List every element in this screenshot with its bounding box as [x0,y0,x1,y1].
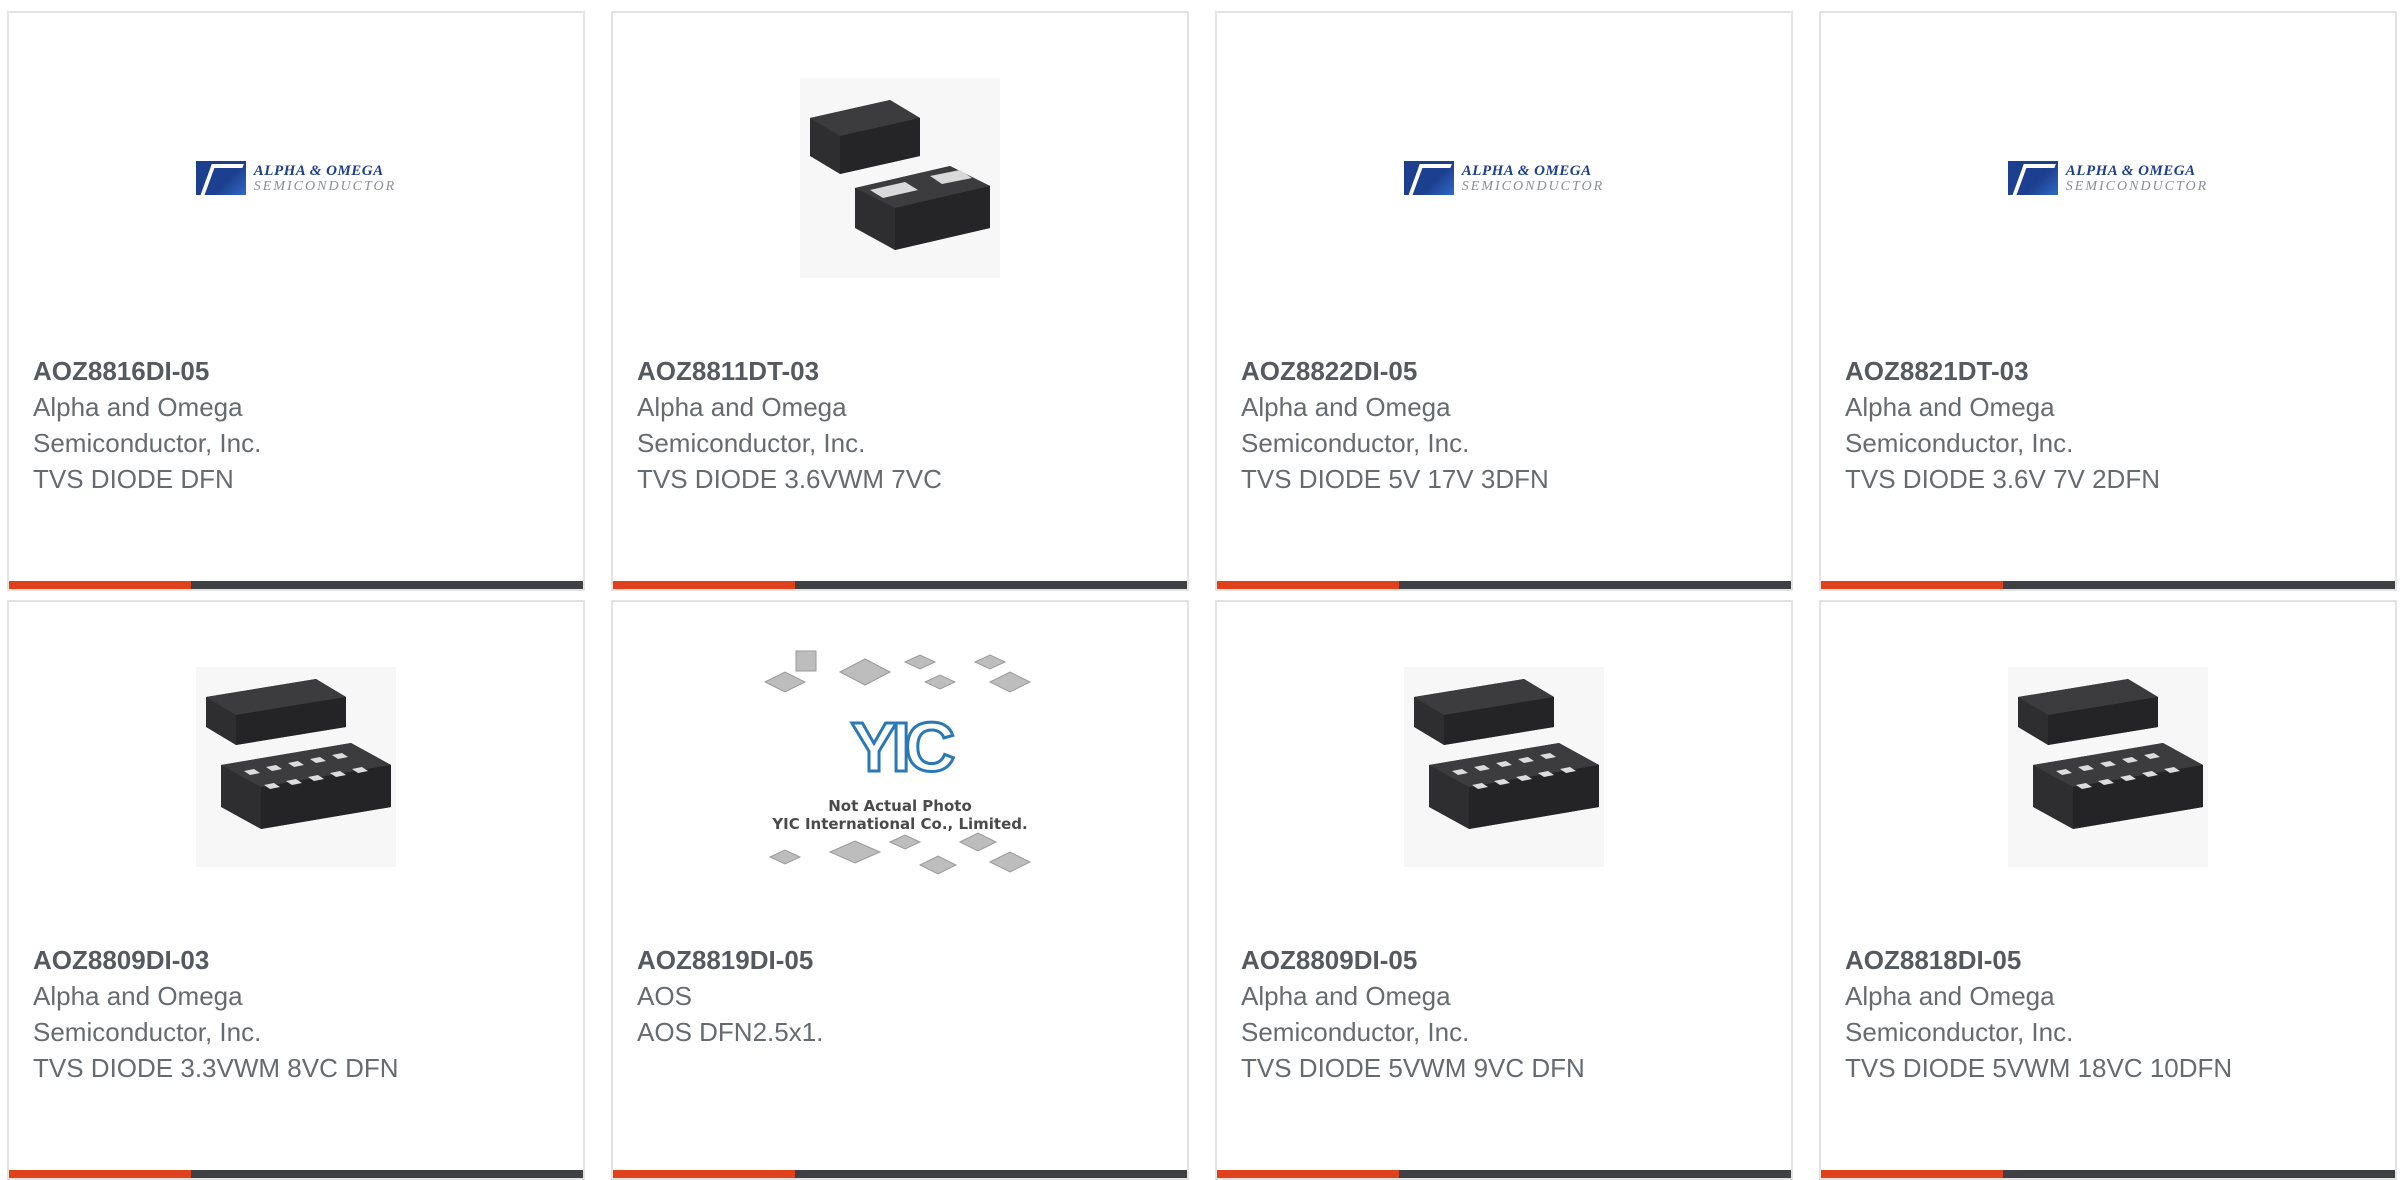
description: TVS DIODE 3.6VWM 7VC [637,464,942,494]
manufacturer: Alpha and Omega Semiconductor, Inc. [33,981,262,1047]
card-accent [613,1170,795,1178]
card-accent [1821,581,2003,589]
not-actual-photo-placeholder: YIC Not Actual Photo YIC International C… [760,647,1040,887]
aos-logo-mark [2007,161,2058,195]
part-number[interactable]: AOZ8811DT-03 [637,353,1163,389]
product-image[interactable] [9,602,583,932]
placeholder-company: YIC International Co., Limited. [772,815,1028,833]
aos-logo: ALPHA & OMEGA SEMICONDUCTOR [1403,161,1605,195]
aos-logo-mark [1403,161,1454,195]
aos-logo-mark [195,161,246,195]
description: TVS DIODE 3.3VWM 8VC DFN [33,1053,399,1083]
description: TVS DIODE 5VWM 9VC DFN [1241,1053,1585,1083]
product-card[interactable]: AOZ8809DI-03 Alpha and Omega Semiconduct… [7,600,585,1180]
yic-logo: YIC [849,707,957,788]
dfn10-package-image [196,667,396,867]
card-bottom-bar [1217,1170,1791,1178]
card-bottom-bar [1821,1170,2395,1178]
card-bottom-bar [1821,581,2395,589]
product-image[interactable] [1217,602,1791,932]
part-number[interactable]: AOZ8809DI-03 [33,942,559,978]
card-accent [1217,1170,1399,1178]
product-card[interactable]: AOZ8811DT-03 Alpha and Omega Semiconduct… [611,11,1189,591]
logo-line2: SEMICONDUCTOR [253,178,397,194]
manufacturer: Alpha and Omega Semiconductor, Inc. [33,392,262,458]
card-bottom-bar [9,581,583,589]
product-image[interactable]: YIC Not Actual Photo YIC International C… [613,602,1187,932]
manufacturer: Alpha and Omega Semiconductor, Inc. [1241,981,1470,1047]
description: TVS DIODE 5V 17V 3DFN [1241,464,1549,494]
product-image[interactable]: ALPHA & OMEGA SEMICONDUCTOR [9,13,583,343]
product-card[interactable]: YIC Not Actual Photo YIC International C… [611,600,1189,1180]
card-accent [1821,1170,2003,1178]
description: TVS DIODE 5VWM 18VC 10DFN [1845,1053,2233,1083]
placeholder-caption: Not Actual Photo [828,797,972,815]
logo-line2: SEMICONDUCTOR [1461,178,1605,194]
card-accent [9,581,191,589]
part-number[interactable]: AOZ8819DI-05 [637,942,1163,978]
part-number[interactable]: AOZ8821DT-03 [1845,353,2371,389]
product-card[interactable]: ALPHA & OMEGA SEMICONDUCTOR AOZ8821DT-03… [1819,11,2397,591]
product-image[interactable] [1821,602,2395,932]
part-number[interactable]: AOZ8809DI-05 [1241,942,1767,978]
manufacturer: Alpha and Omega Semiconductor, Inc. [1845,392,2074,458]
dfn10-package-image [1404,667,1604,867]
card-accent [1217,581,1399,589]
logo-line2: SEMICONDUCTOR [2065,178,2209,194]
product-image[interactable]: ALPHA & OMEGA SEMICONDUCTOR [1217,13,1791,343]
product-card[interactable]: AOZ8818DI-05 Alpha and Omega Semiconduct… [1819,600,2397,1180]
product-card[interactable]: ALPHA & OMEGA SEMICONDUCTOR AOZ8816DI-05… [7,11,585,591]
card-bottom-bar [9,1170,583,1178]
logo-line1: ALPHA & OMEGA [2065,162,2196,179]
product-card[interactable]: ALPHA & OMEGA SEMICONDUCTOR AOZ8822DI-05… [1215,11,1793,591]
card-bottom-bar [613,1170,1187,1178]
description: TVS DIODE 3.6V 7V 2DFN [1845,464,2160,494]
aos-logo: ALPHA & OMEGA SEMICONDUCTOR [2007,161,2209,195]
manufacturer: Alpha and Omega Semiconductor, Inc. [1241,392,1470,458]
product-image[interactable]: ALPHA & OMEGA SEMICONDUCTOR [1821,13,2395,343]
part-number[interactable]: AOZ8822DI-05 [1241,353,1767,389]
card-accent [9,1170,191,1178]
description: AOS DFN2.5x1. [637,1017,824,1047]
manufacturer: AOS [637,981,692,1011]
part-number[interactable]: AOZ8818DI-05 [1845,942,2371,978]
card-bottom-bar [613,581,1187,589]
aos-logo: ALPHA & OMEGA SEMICONDUCTOR [195,161,397,195]
logo-line1: ALPHA & OMEGA [1461,162,1592,179]
product-image[interactable] [613,13,1187,343]
card-bottom-bar [1217,581,1791,589]
part-number[interactable]: AOZ8816DI-05 [33,353,559,389]
product-card[interactable]: AOZ8809DI-05 Alpha and Omega Semiconduct… [1215,600,1793,1180]
logo-line1: ALPHA & OMEGA [253,162,384,179]
dfn10-package-image [2008,667,2208,867]
manufacturer: Alpha and Omega Semiconductor, Inc. [637,392,866,458]
card-accent [613,581,795,589]
description: TVS DIODE DFN [33,464,234,494]
dfn2-package-image [800,78,1000,278]
manufacturer: Alpha and Omega Semiconductor, Inc. [1845,981,2074,1047]
product-grid: ALPHA & OMEGA SEMICONDUCTOR AOZ8816DI-05… [0,0,2400,1180]
